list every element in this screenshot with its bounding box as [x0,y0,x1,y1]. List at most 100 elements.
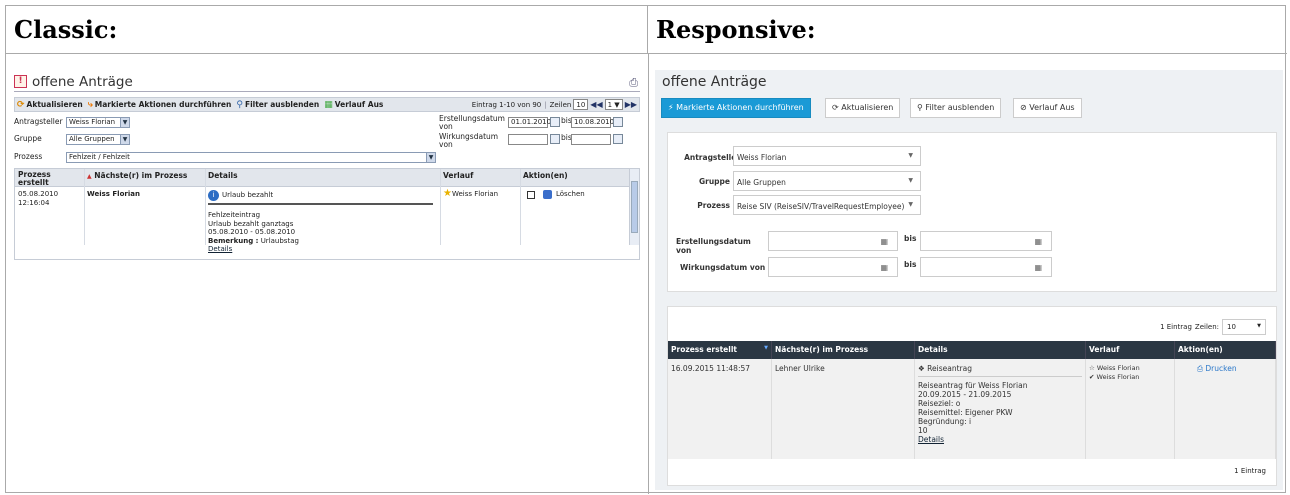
check-icon: ✔ [1089,373,1095,381]
delete-link[interactable]: Löschen [556,190,585,199]
marked-actions-button[interactable]: ⚡ Markierte Aktionen durchführen [661,98,811,118]
rows-select[interactable]: 10 ▼ [1222,319,1266,335]
print-icon[interactable]: ⎙ [629,76,638,90]
calendar-icon[interactable] [550,134,560,144]
filter-hide-label: Filter ausblenden [244,100,320,109]
info-icon[interactable]: ❖ [918,364,925,373]
applicant-select[interactable]: Weiss Florian ▼ [66,117,130,128]
page-value: 1 [607,101,613,109]
details-link[interactable]: Details [918,435,944,444]
col-next[interactable]: Nächste(r) im Prozess [772,341,915,359]
col-next[interactable]: ▲ Nächste(r) im Prozess [84,169,205,187]
classic-heading: Classic: [14,15,118,44]
rows-label: Zeilen: [1194,323,1219,331]
rows-value: 10 [1227,323,1236,331]
group-select[interactable]: Alle Gruppen ▼ [66,134,130,145]
remark-value: Urlaubstag [260,236,299,245]
col-divider [84,169,85,245]
applicant-select[interactable]: Weiss Florian ▼ [733,146,921,166]
details-line: Reiseantrag für Weiss Florian [918,381,1028,390]
print-button[interactable]: ⎙ Drucken [1197,364,1237,373]
calendar-icon[interactable] [613,117,623,127]
bis-label: bis [904,234,917,243]
effective-from-input[interactable]: ▦ [768,257,898,277]
filter-hide-button[interactable]: ⚲ Filter ausblenden [236,100,319,110]
history-entry: ✔ Weiss Florian [1089,373,1171,382]
group-select[interactable]: Alle Gruppen ▼ [733,171,921,191]
history-name: Weiss Florian [451,190,499,198]
history-entry: ☆ Weiss Florian [1089,364,1171,373]
col-divider [440,169,441,245]
details-link[interactable]: Details [208,245,232,253]
history-off-button[interactable]: ⊘ Verlauf Aus [1013,98,1082,118]
row-checkbox[interactable] [527,190,535,199]
bis-label: bis [904,260,917,269]
sort-desc-icon: ▼ [764,345,768,351]
calendar-icon[interactable] [613,134,623,144]
calendar-icon: ▦ [880,237,888,246]
next-last-icon[interactable]: ▶▶ [625,100,637,109]
history-name: Weiss Florian [1096,364,1140,372]
effective-to-input[interactable] [571,134,611,145]
chevron-down-icon: ▼ [426,153,435,162]
col-history[interactable]: Verlauf [440,169,520,187]
process-select[interactable]: Fehlzeit / Fehlzeit ▼ [66,152,436,163]
created-from-input[interactable]: ▦ [768,231,898,251]
created-to-input[interactable]: 10.08.2010 [571,117,614,128]
process-label: Prozess [697,201,730,210]
refresh-icon: ⟳ [17,99,25,110]
col-divider [520,169,521,245]
calendar-icon[interactable] [550,117,560,127]
refresh-button[interactable]: ⟳ Aktualisieren [17,100,83,110]
effective-label: Wirkungsdatum von [439,132,499,149]
col-created[interactable]: Prozess erstellt [15,169,84,187]
classic-header: Classic: [6,6,648,54]
page-select[interactable]: 1 ▼ [604,99,623,110]
calendar-icon: ! [14,75,27,88]
details-line: Reiseziel: o [918,399,961,408]
details-line: 20.09.2015 - 21.09.2015 [918,390,1012,399]
created-to-input[interactable]: ▦ [920,231,1052,251]
created-from-input[interactable]: 01.01.2010 [508,117,551,128]
process-value: Fehlzeit / Fehlzeit [69,153,130,161]
col-details[interactable]: Details [915,341,1086,359]
calendar-icon: ▦ [1034,263,1042,272]
group-value: Alle Gruppen [69,135,115,143]
scrollbar-thumb[interactable] [631,181,638,233]
marked-actions-button[interactable]: ⤷ Markierte Aktionen durchführen [88,100,232,110]
group-value: Alle Gruppen [737,178,786,187]
col-created-label: Prozess erstellt [671,345,737,354]
info-icon[interactable]: i [208,190,219,201]
process-select[interactable]: Reise SIV (ReiseSIV/TravelRequestEmploye… [733,195,921,215]
pagination: Eintrag 1-10 von 90 | Zeilen 10 ◀◀ 1 ▼ ▶… [471,99,637,110]
details-line: Reisemittel: Eigener PKW [918,408,1013,417]
responsive-header: Responsive: [648,6,1287,54]
first-prev-icon[interactable]: ◀◀ [590,100,602,109]
cell-history: ☆ Weiss Florian ✔ Weiss Florian [1086,359,1175,459]
page-title: offene Anträge [32,74,133,90]
col-history[interactable]: Verlauf [1086,341,1175,359]
details-line: 05.08.2010 - 05.08.2010 [208,228,296,236]
remark: Bemerkung : Urlaubstag [208,237,437,246]
rows-select[interactable]: 10 [573,99,589,110]
filter-hide-label: Filter ausblenden [925,103,995,112]
effective-from-input[interactable] [508,134,548,145]
col-details[interactable]: Details [205,169,440,187]
column-divider [648,54,649,494]
col-actions[interactable]: Aktion(en) [520,169,630,187]
entries-count: 1 Eintrag [1160,323,1192,331]
refresh-label: Aktualisieren [841,103,894,112]
refresh-button[interactable]: ⟳ Aktualisieren [825,98,901,118]
created-label: Erstellungsdatum von [439,114,505,131]
delete-icon[interactable] [543,190,552,199]
created-label: Erstellungsdatum von [676,237,751,255]
filter-hide-button[interactable]: ⚲ Filter ausblenden [910,98,1002,118]
effective-to-input[interactable]: ▦ [920,257,1052,277]
col-created[interactable]: Prozess erstellt ▼ [668,341,772,359]
applicant-value: Weiss Florian [69,118,116,126]
cell-details: i Urlaub bezahlt Fehlzeiteintrag Urlaub … [205,188,440,256]
col-actions[interactable]: Aktion(en) [1175,341,1276,359]
history-off-button[interactable]: ▦ Verlauf Aus [324,100,383,110]
ban-icon: ⊘ [1020,103,1027,112]
table-scrollbar[interactable] [629,169,639,245]
